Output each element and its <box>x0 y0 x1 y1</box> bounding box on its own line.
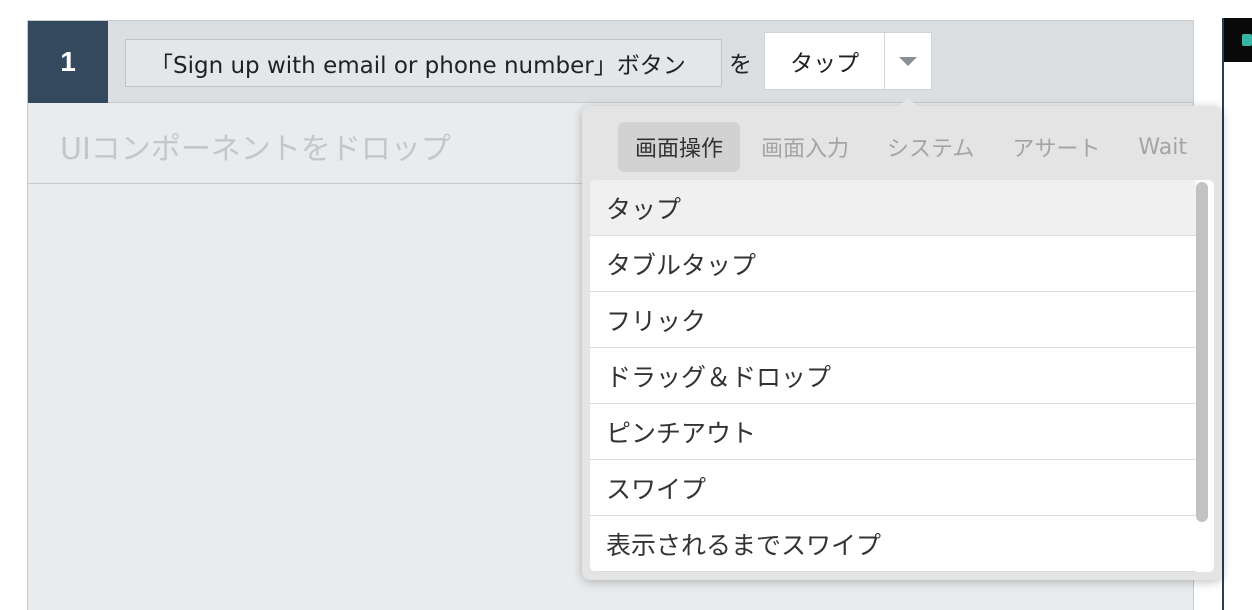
right-panel-header <box>1224 18 1252 62</box>
component-chip[interactable]: 「Sign up with email or phone number」ボタン <box>125 39 722 87</box>
popover-arrow <box>898 97 918 107</box>
tab-screen-operation[interactable]: 画面操作 <box>618 122 741 172</box>
action-dropdown-toggle[interactable] <box>884 33 931 89</box>
tab-system[interactable]: システム <box>870 122 991 172</box>
option-swipe[interactable]: スワイプ <box>590 460 1196 516</box>
action-value[interactable]: タップ <box>765 33 884 89</box>
right-side-panel <box>1222 18 1252 610</box>
option-swipe-until-visible[interactable]: 表示されるまでスワイプ <box>590 516 1196 572</box>
option-double-tap[interactable]: タブルタップ <box>590 236 1196 292</box>
particle-label: を <box>729 52 752 78</box>
tab-screen-input[interactable]: 画面入力 <box>744 122 866 172</box>
option-list-scrollbar[interactable] <box>1196 182 1208 522</box>
tab-wait[interactable]: Wait <box>1121 122 1204 172</box>
option-drag-and-drop[interactable]: ドラッグ＆ドロップ <box>590 348 1196 404</box>
option-flick[interactable]: フリック <box>590 292 1196 348</box>
app-icon[interactable] <box>1242 34 1252 46</box>
option-tap[interactable]: タップ <box>590 180 1196 236</box>
action-popover: 画面操作 画面入力 システム アサート Wait タップ タブルタップ フリック… <box>582 97 1222 580</box>
tab-assert[interactable]: アサート <box>995 122 1117 172</box>
drop-zone-placeholder: UIコンポーネントをドロップ <box>60 132 451 167</box>
step-header: 1 「Sign up with email or phone number」ボタ… <box>28 21 1193 103</box>
step-number: 1 <box>28 21 108 103</box>
option-pinch-out[interactable]: ピンチアウト <box>590 404 1196 460</box>
action-option-list: タップ タブルタップ フリック ドラッグ＆ドロップ ピンチアウト スワイプ 表示… <box>590 180 1214 572</box>
chevron-down-icon <box>899 56 918 66</box>
action-select[interactable]: タップ <box>764 32 932 90</box>
action-category-tabs: 画面操作 画面入力 システム アサート Wait <box>618 122 1208 172</box>
